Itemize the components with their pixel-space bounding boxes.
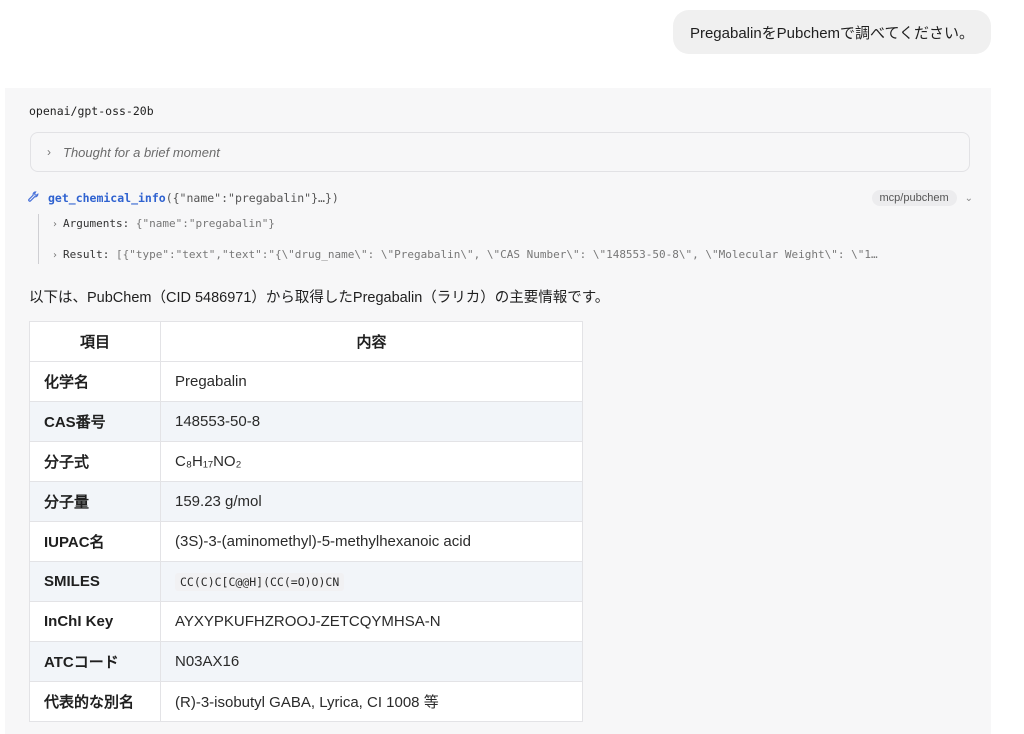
row-value: C₈H₁₇NO₂ [160,441,583,482]
wrench-icon [27,190,40,207]
row-key: ATCコード [29,641,161,682]
smiles-code: CC(C)C[C@@H](CC(=O)O)CN [175,573,345,591]
table-header-item: 項目 [29,321,161,362]
table-row: 分子式 C₈H₁₇NO₂ [29,441,583,482]
tool-server-badge: mcp/pubchem [871,190,957,206]
row-key: 分子式 [29,441,161,482]
table-header-content: 内容 [160,321,583,362]
chevron-down-icon[interactable]: ⌄ [965,193,973,204]
chevron-right-icon: › [53,250,57,261]
row-key: 分子量 [29,481,161,522]
model-name: openai/gpt-oss-20b [29,104,154,118]
row-value: AYXYPKUFHZROOJ-ZETCQYMHSA-N [160,601,583,642]
row-value: (R)-3-isobutyl GABA, Lyrica, CI 1008 等 [160,681,583,722]
row-value-cell: CC(C)C[C@@H](CC(=O)O)CN [160,561,583,602]
tool-call-details: › Arguments: {"name":"pregabalin"} › Resul… [38,214,981,264]
tool-args-preview: ({"name":"pregabalin"}…}) [165,191,339,205]
table-row: IUPAC名 (3S)-3-(aminomethyl)-5-methylhexa… [29,521,583,562]
row-key: 代表的な別名 [29,681,161,722]
row-key: SMILES [29,561,161,602]
tool-result-row[interactable]: › Result: [{"type":"text","text":"{\"drug… [53,248,979,261]
result-label: Result [63,248,103,261]
table-row: 代表的な別名 (R)-3-isobutyl GABA, Lyrica, CI 1… [29,681,583,722]
thought-toggle[interactable]: › Thought for a brief moment [30,132,970,172]
response-intro: 以下は、PubChem（CID 5486971）から取得したPregabalin… [29,290,610,306]
table-row: 化学名 Pregabalin [29,361,583,402]
result-value: [{"type":"text","text":"{\"drug_name\": … [116,248,878,261]
user-message-text: PregabalinをPubchemで調べてください。 [689,24,974,42]
chevron-right-icon: › [53,219,57,230]
table-row: SMILES CC(C)C[C@@H](CC(=O)O)CN [29,561,583,602]
row-value: 148553-50-8 [160,401,583,442]
table-row: InChI Key AYXYPKUFHZROOJ-ZETCQYMHSA-N [29,601,583,642]
table-row: 分子量 159.23 g/mol [29,481,583,522]
chevron-right-icon: › [47,145,51,159]
arguments-value: {"name":"pregabalin"} [135,217,275,230]
tool-function-name: get_chemical_info [48,191,166,205]
thought-label: Thought for a brief moment [63,144,220,160]
row-key: 化学名 [29,361,161,402]
table-header-row: 項目 内容 [29,321,583,362]
user-message-bubble: PregabalinをPubchemで調べてください。 [672,10,991,54]
table-row: CAS番号 148553-50-8 [29,401,583,442]
row-value: 159.23 g/mol [160,481,583,522]
chemical-info-table: 項目 内容 化学名 Pregabalin CAS番号 148553-50-8 分… [29,321,583,722]
row-key: InChI Key [29,601,161,642]
tool-arguments-row[interactable]: › Arguments: {"name":"pregabalin"} [53,217,979,230]
row-value: Pregabalin [160,361,583,402]
row-value: N03AX16 [160,641,583,682]
tool-call-header[interactable]: get_chemical_info ({"name":"pregabalin"}… [27,189,973,207]
assistant-message: openai/gpt-oss-20b › Thought for a brief… [5,88,991,734]
row-value: (3S)-3-(aminomethyl)-5-methylhexanoic ac… [160,521,583,562]
arguments-label: Arguments [63,217,123,230]
row-key: IUPAC名 [29,521,161,562]
table-row: ATCコード N03AX16 [29,641,583,682]
row-key: CAS番号 [29,401,161,442]
